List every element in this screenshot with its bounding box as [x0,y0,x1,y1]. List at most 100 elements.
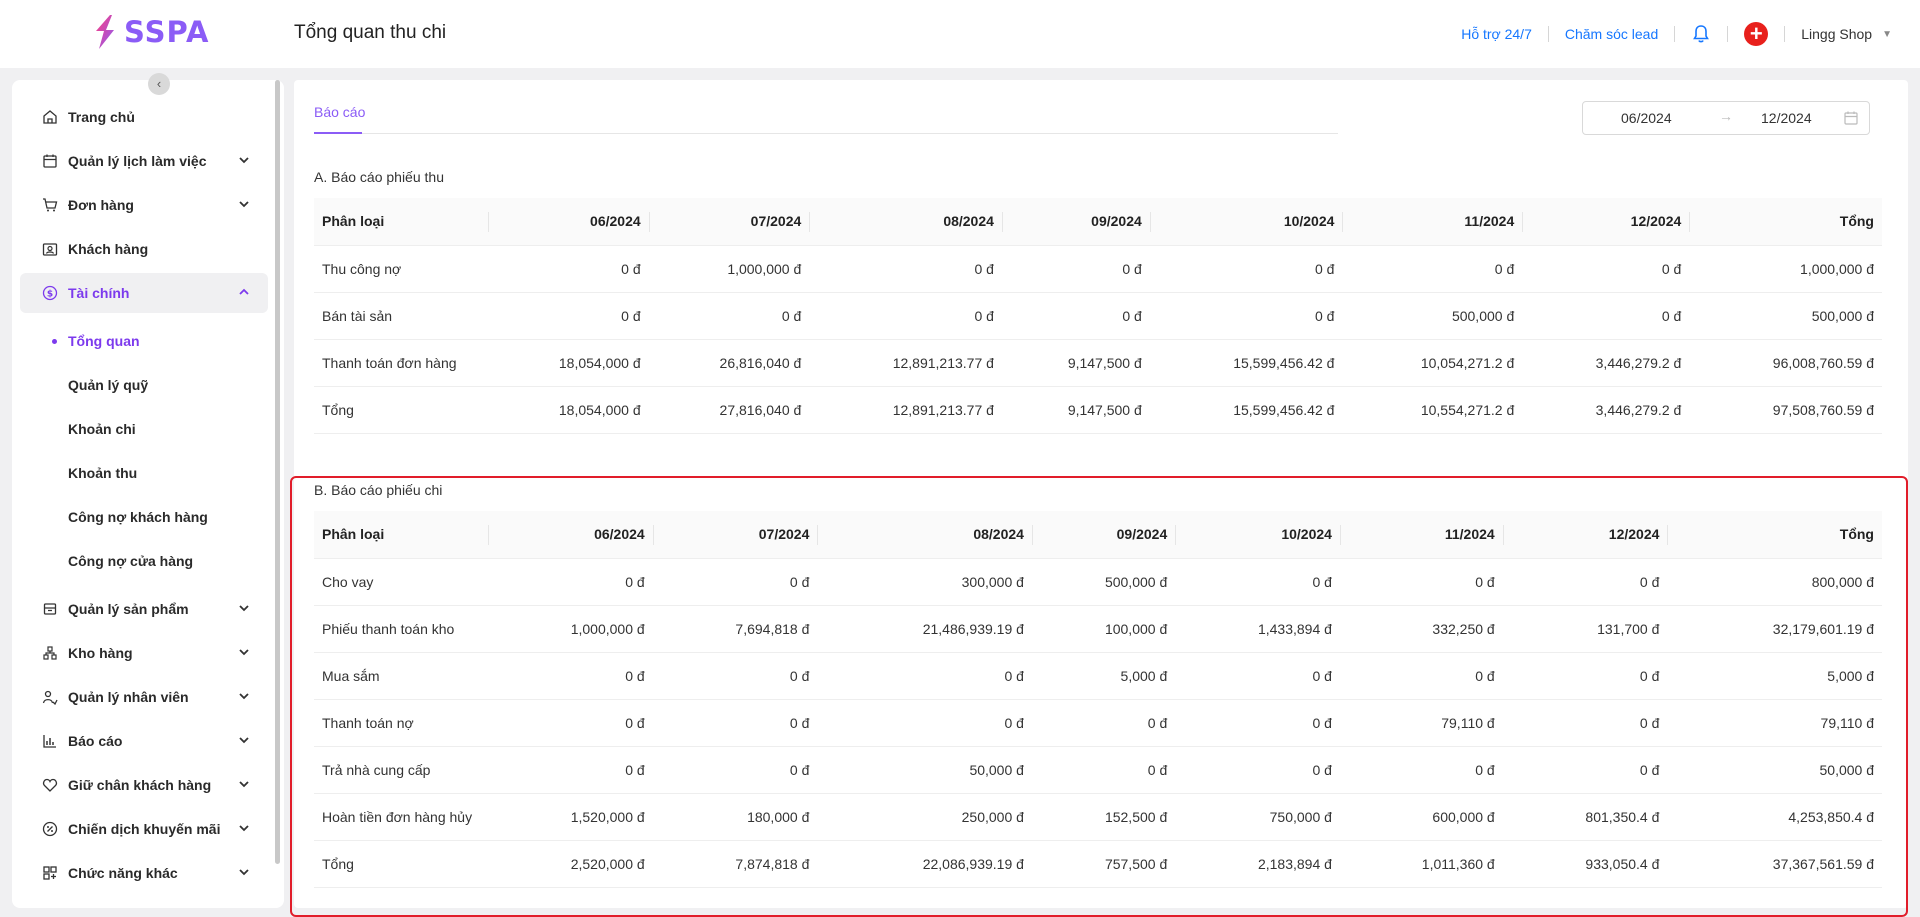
sidebar-subitem-income[interactable]: Khoản thu [68,465,137,481]
support-link[interactable]: Hỗ trợ 24/7 [1461,26,1532,42]
amount-cell: 757,500 đ [1031,840,1176,888]
amount-cell: 96,008,760.59 đ [1689,339,1882,387]
amount-cell: 5,000 đ [1031,652,1176,700]
sidebar-item-label: Quản lý sản phẩm [68,601,189,617]
amount-cell: 0 đ [488,746,653,794]
amount-cell: 1,000,000 đ [488,605,653,653]
row-category: Cho vay [314,558,488,606]
home-icon [43,110,57,124]
shop-selector[interactable]: Lingg Shop ▼ [1801,26,1892,42]
brand-logo[interactable]: SSPA [92,14,210,50]
chevron-down-icon [239,693,249,700]
row-category: Thu công nợ [314,245,488,293]
amount-cell: 7,874,818 đ [652,840,818,888]
calendar-icon [1844,111,1858,125]
box-icon [43,603,57,615]
amount-cell: 0 đ [1502,652,1668,700]
collapse-sidebar-button[interactable]: ‹ [148,73,170,95]
sidebar-subitem-store-debt[interactable]: Công nợ cửa hàng [68,553,193,569]
amount-cell: 0 đ [1001,292,1150,340]
sidebar-subitem-overview[interactable]: Tổng quan [68,333,140,349]
amount-cell: 0 đ [652,746,818,794]
users-icon [42,690,58,705]
caret-down-icon: ▼ [1882,28,1892,40]
brand-name: SSPA [124,15,210,49]
row-category: Tổng [314,840,488,888]
amount-cell: 10,054,271.2 đ [1342,339,1523,387]
table-row: Phiếu thanh toán kho 1,000,000 đ 7,694,818… [314,605,1882,653]
sidebar-item-staff[interactable]: Quản lý nhân viên [20,677,268,717]
table-row: Mua sắm 0 đ0 đ0 đ 5,000 đ0 đ0 đ0 đ 5,000 đ [314,652,1882,700]
date-to-input[interactable]: 12/2024 [1761,110,1812,126]
sidebar-subitem-expenses[interactable]: Khoản chi [68,421,136,437]
sidebar-item-home[interactable]: Trang chủ [20,97,268,137]
sidebar-item-warehouse[interactable]: Kho hàng [20,633,268,673]
table-header-row: Phân loại 06/2024 07/2024 08/2024 09/202… [314,198,1882,246]
warehouse-icon [43,646,57,660]
amount-cell: 50,000 đ [1667,746,1882,794]
amount-cell: 0 đ [648,292,810,340]
sidebar-item-products[interactable]: Quản lý sản phẩm [20,589,268,629]
sidebar-item-label: Báo cáo [68,733,123,749]
sidebar-item-other[interactable]: Chức năng khác [20,853,268,893]
svg-text:$: $ [47,290,53,300]
grid-icon [43,866,57,880]
sidebar-subitem-customer-debt[interactable]: Công nợ khách hàng [68,509,208,525]
chevron-up-icon [239,288,249,295]
row-category: Thanh toán đơn hàng [314,339,488,387]
chevron-down-icon [239,781,249,788]
amount-cell: 933,050.4 đ [1502,840,1668,888]
sidebar-scrollbar[interactable] [275,80,280,864]
table-row: Thanh toán nợ 0 đ0 đ0 đ0 đ0 đ 79,110 đ0 đ7… [314,699,1882,747]
logo-mark-icon [96,15,114,49]
amount-cell: 0 đ [1522,292,1690,340]
amount-cell: 7,694,818 đ [652,605,818,653]
bell-icon[interactable] [1691,24,1711,44]
add-button[interactable]: + [1744,22,1769,46]
amount-cell: 4,253,850.4 đ [1667,793,1882,841]
table-row: Tổng 2,520,000 đ 7,874,818 đ 22,086,939.19 … [314,840,1882,888]
sidebar-subitem-fund[interactable]: Quản lý quỹ [68,377,148,393]
sidebar-item-finance[interactable]: $ Tài chính [20,273,268,313]
sidebar-item-retention[interactable]: Giữ chân khách hàng [20,765,268,805]
amount-cell: 0 đ [1502,699,1668,747]
amount-cell: 0 đ [1502,558,1668,606]
sidebar-item-customers[interactable]: Khách hàng [20,229,268,269]
sidebar-item-promotions[interactable]: Chiến dịch khuyến mãi [20,809,268,849]
amount-cell: 50,000 đ [817,746,1032,794]
month-range-picker[interactable]: 06/2024 → 12/2024 [1582,101,1870,135]
sidebar-item-orders[interactable]: Đơn hàng [20,185,268,225]
amount-cell: 500,000 đ [1031,558,1176,606]
date-from-input[interactable]: 06/2024 [1621,110,1672,126]
row-category: Mua sắm [314,652,488,700]
amount-cell: 15,599,456.42 đ [1149,386,1343,434]
amount-cell: 0 đ [1175,652,1340,700]
chevron-down-icon [239,737,249,744]
table-row: Bán tài sản 0 đ0 đ0 đ0 đ0 đ 500,000 đ0 đ 50… [314,292,1882,340]
sidebar-item-label: Quản lý nhân viên [68,689,189,705]
divider [1547,26,1549,42]
column-header: 09/2024 [1031,511,1176,559]
column-header: Phân loại [314,198,488,246]
sidebar-item-reports[interactable]: Báo cáo [20,721,268,761]
tab-report[interactable]: Báo cáo [314,104,365,120]
column-header: 11/2024 [1342,198,1523,246]
table-row: Cho vay 0 đ0 đ 300,000 đ 500,000 đ0 đ0 đ0 đ… [314,558,1882,606]
cart-icon [43,198,58,212]
payments-table: Phân loại 06/2024 07/2024 08/2024 09/202… [314,511,1882,888]
promo-icon [42,821,58,837]
lead-care-link[interactable]: Chăm sóc lead [1565,26,1658,42]
row-category: Thanh toán nợ [314,699,488,747]
table-header-row: Phân loại 06/2024 07/2024 08/2024 09/202… [314,511,1882,559]
amount-cell: 250,000 đ [817,793,1032,841]
amount-cell: 0 đ [652,558,818,606]
divider [1784,26,1786,42]
amount-cell: 18,054,000 đ [488,386,649,434]
amount-cell: 0 đ [1339,746,1503,794]
chart-icon [43,735,56,748]
sidebar-item-schedule[interactable]: Quản lý lịch làm việc [20,141,268,181]
column-header: 10/2024 [1175,511,1340,559]
amount-cell: 12,891,213.77 đ [809,339,1002,387]
amount-cell: 0 đ [1031,699,1176,747]
chevron-down-icon [239,605,249,612]
